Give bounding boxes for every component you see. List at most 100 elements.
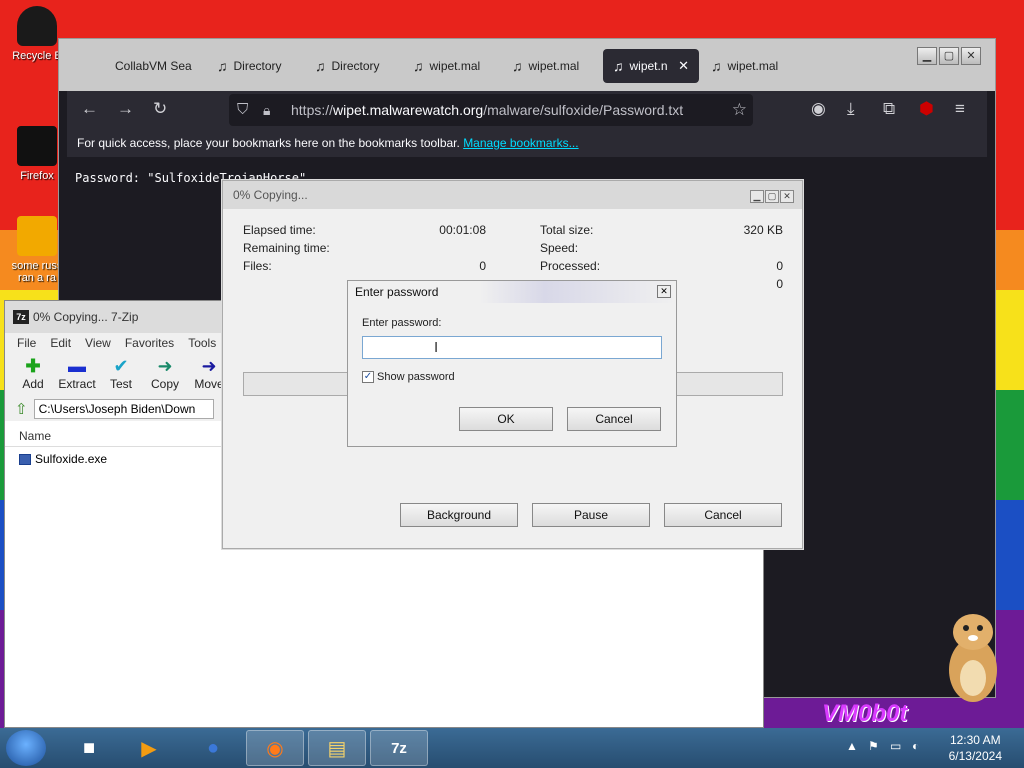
text-cursor-icon: I <box>434 339 439 356</box>
menu-view[interactable]: View <box>85 333 111 353</box>
ok-button[interactable]: OK <box>459 407 553 431</box>
tab-wipet-active[interactable]: ♫ wipet.n ✕ <box>603 49 699 83</box>
up-folder-icon[interactable]: ⇧ <box>15 400 28 418</box>
music-note-icon: ♫ <box>613 58 624 74</box>
close-button[interactable]: ✕ <box>657 285 671 298</box>
tool-label: Add <box>22 377 44 391</box>
menu-icon[interactable]: ≡ <box>955 99 965 119</box>
test-button[interactable]: ✔ Test <box>101 353 141 397</box>
close-tab-icon[interactable]: ✕ <box>678 58 689 74</box>
network-icon[interactable]: ▭ <box>890 739 901 753</box>
button-label: Pause <box>573 508 609 522</box>
desktop-icon-label: some russ ran a ra <box>11 260 63 284</box>
copy-button[interactable]: ➜ Copy <box>145 353 185 397</box>
maximize-button[interactable]: ▢ <box>765 190 779 203</box>
add-button[interactable]: ✚ Add <box>13 353 53 397</box>
tool-label: Extract <box>58 377 96 391</box>
button-label: OK <box>497 412 515 426</box>
button-label: Cancel <box>704 508 742 522</box>
taskbar-cmd-icon[interactable]: ■ <box>60 730 118 766</box>
taskbar-explorer-icon[interactable]: ▤ <box>308 730 366 766</box>
password-input[interactable] <box>362 336 662 359</box>
cancel-copy-button[interactable]: Cancel <box>664 503 782 527</box>
processed-value: 0 <box>776 259 783 273</box>
remaining-label: Remaining time: <box>243 241 330 255</box>
url-bar[interactable]: ⛉ 🔒︎ https://wipet.malwarewatch.org/malw… <box>229 94 753 126</box>
taskbar-globe-icon[interactable]: ● <box>184 730 242 766</box>
back-icon[interactable]: ← <box>81 99 98 119</box>
minimize-button[interactable]: ▁ <box>917 47 937 65</box>
tab-wipet-2[interactable]: ♫ wipet.mal <box>502 49 598 83</box>
shield-icon[interactable]: ⛉ <box>237 94 248 126</box>
clock[interactable]: 12:30 AM 6/13/2024 <box>949 732 1002 764</box>
add-icon: ✚ <box>25 356 41 376</box>
files-label: Files: <box>243 259 272 273</box>
exe-file-icon <box>19 453 31 465</box>
background-button[interactable]: Background <box>400 503 518 527</box>
menu-file[interactable]: File <box>17 333 36 353</box>
copy-icon: ➜ <box>157 356 173 376</box>
tab-label: Directory <box>233 59 282 73</box>
menu-edit[interactable]: Edit <box>50 333 71 353</box>
music-note-icon: ♫ <box>217 58 228 74</box>
reload-icon[interactable]: ↻ <box>153 99 167 119</box>
total-size-label: Total size: <box>540 223 594 237</box>
tab-label: wipet.mal <box>528 59 580 73</box>
music-note-icon: ♫ <box>512 58 523 74</box>
vm-badge: VM0b0t <box>770 700 1024 728</box>
show-password-label: Show password <box>377 371 455 383</box>
tab-collabvm[interactable]: CollabVM Sea <box>105 49 201 83</box>
lock-icon[interactable]: 🔒︎ <box>263 94 270 126</box>
extra-value: 0 <box>776 277 783 291</box>
menu-tools[interactable]: Tools <box>188 333 216 353</box>
desktop-icon-label: Firefox <box>20 170 54 182</box>
maximize-button[interactable]: ▢ <box>939 47 959 65</box>
speed-label: Speed: <box>540 241 579 255</box>
tab-strip: CollabVM Sea ♫ Directory ♫ Directory ♫ wipe… <box>59 39 995 91</box>
tab-directory-2[interactable]: ♫ Directory <box>305 49 401 83</box>
start-button[interactable] <box>6 730 46 766</box>
extensions-icon[interactable]: ⧉ <box>883 99 895 119</box>
tray-arrow-icon[interactable]: ▲ <box>846 739 858 753</box>
manage-bookmarks-link[interactable]: Manage bookmarks... <box>463 136 578 150</box>
tool-label: Copy <box>150 377 179 391</box>
download-icon[interactable]: ⤓ <box>847 99 855 119</box>
bookmark-star-icon[interactable]: ☆ <box>732 94 747 126</box>
tab-directory-1[interactable]: ♫ Directory <box>207 49 303 83</box>
files-value: 0 <box>479 259 486 273</box>
total-size-value: 320 KB <box>743 223 783 237</box>
path-field[interactable]: C:\Users\Joseph Biden\Down <box>33 399 214 419</box>
file-name: Sulfoxide.exe <box>35 452 108 466</box>
ublock-icon[interactable]: ⬢ <box>919 99 934 119</box>
cancel-button[interactable]: Cancel <box>567 407 661 431</box>
pause-button[interactable]: Pause <box>532 503 650 527</box>
menu-favorites[interactable]: Favorites <box>125 333 174 353</box>
password-dialog-title: Enter password <box>348 281 676 303</box>
close-button[interactable]: ✕ <box>961 47 981 65</box>
extract-button[interactable]: ▬ Extract <box>57 353 97 397</box>
tab-label: wipet.mal <box>727 59 779 73</box>
tab-wipet-3[interactable]: ♫ wipet.mal <box>701 49 797 83</box>
tab-label: Directory <box>331 59 380 73</box>
bookmarks-toolbar: For quick access, place your bookmarks h… <box>67 129 987 157</box>
copying-dialog-title: 0% Copying... <box>223 181 802 209</box>
taskbar-media-icon[interactable]: ▶ <box>120 730 178 766</box>
sevenzip-title: 0% Copying... 7-Zip <box>33 310 139 324</box>
tab-wipet-1[interactable]: ♫ wipet.mal <box>403 49 499 83</box>
volume-icon[interactable]: ◐ <box>912 739 919 753</box>
taskbar-7zip-icon[interactable]: 7z <box>370 730 428 766</box>
taskbar-firefox-icon[interactable]: ◉ <box>246 730 304 766</box>
tab-label: CollabVM Sea <box>115 59 192 73</box>
clock-time: 12:30 AM <box>949 733 1001 747</box>
checkbox-check-icon[interactable]: ✓ <box>362 371 374 383</box>
tab-label: wipet.mal <box>429 59 481 73</box>
music-note-icon: ♫ <box>315 58 326 74</box>
elapsed-value: 00:01:08 <box>439 223 486 237</box>
minimize-button[interactable]: ▁ <box>750 190 764 203</box>
show-password-checkbox[interactable]: ✓ Show password <box>362 371 455 383</box>
url-prefix: https:// <box>291 102 334 118</box>
pocket-icon[interactable]: ◉ <box>811 99 826 119</box>
close-button[interactable]: ✕ <box>780 190 794 203</box>
forward-icon[interactable]: → <box>117 99 134 119</box>
tray-flag-icon[interactable]: ⚑ <box>868 739 879 753</box>
